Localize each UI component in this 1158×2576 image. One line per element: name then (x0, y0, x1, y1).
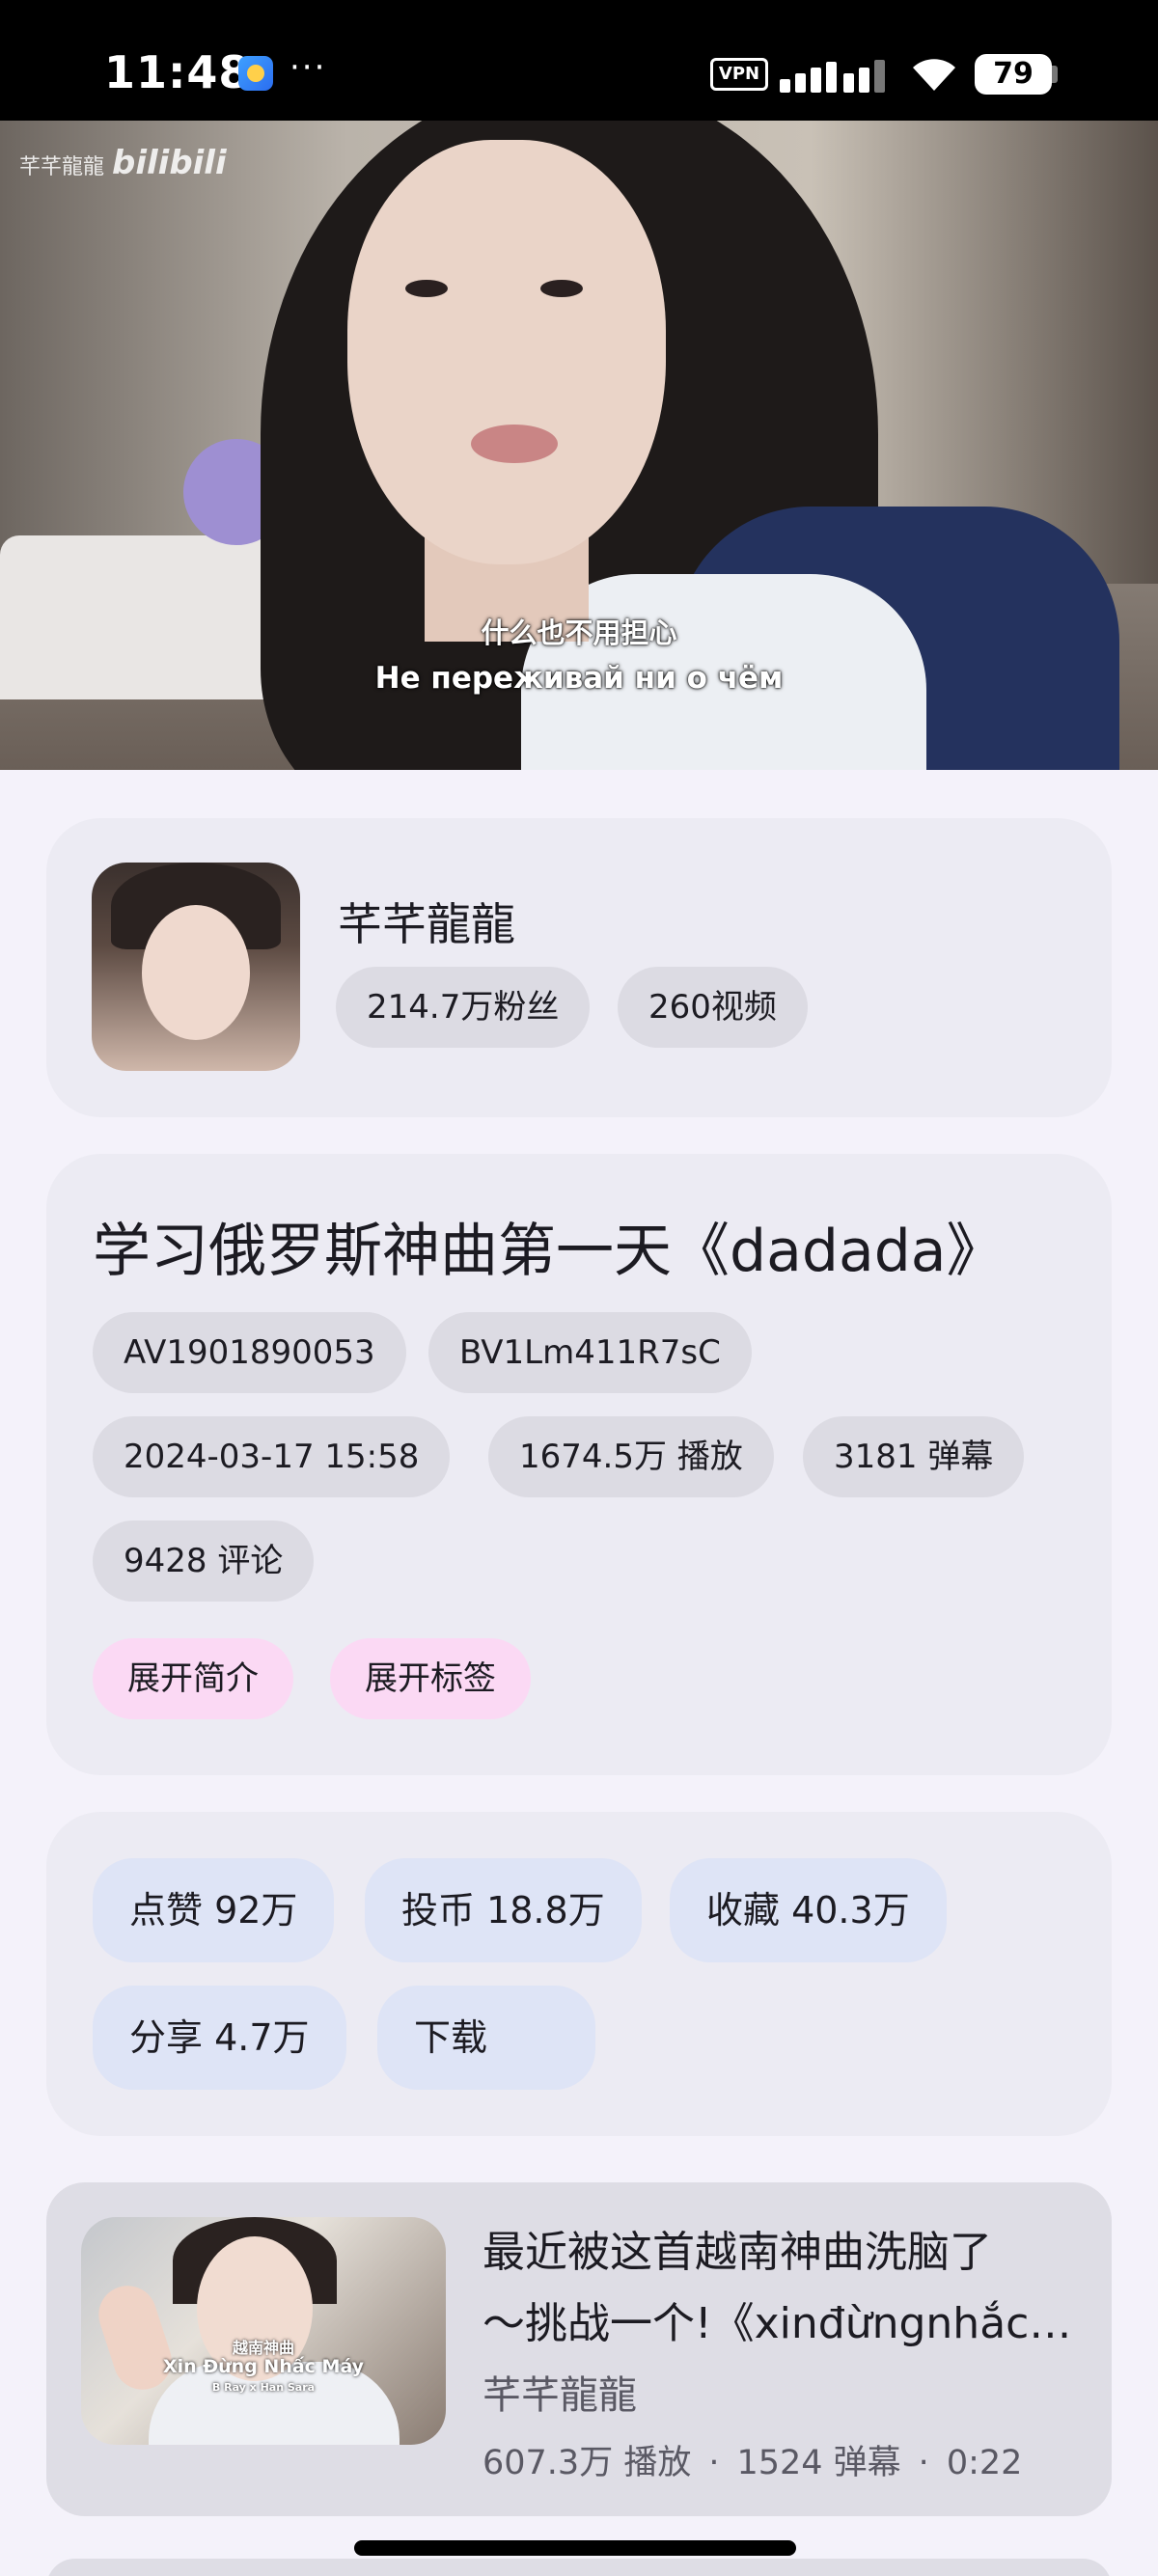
thumbnail-caption-3: B Ray x Han Sara (211, 2381, 316, 2394)
actions-card: 点赞 92万 投币 18.8万 收藏 40.3万 分享 4.7万 下载 (46, 1812, 1112, 2136)
status-time: 11:48 (104, 46, 251, 98)
wifi-icon (913, 59, 955, 91)
play-count-chip: 1674.5万 播放 (488, 1416, 774, 1497)
av-id-chip[interactable]: AV1901890053 (93, 1312, 406, 1393)
video-eye-right (540, 280, 583, 297)
vpn-icon: VPN (710, 58, 768, 91)
video-watermark: 芊芊龍龍 bilibili (19, 144, 227, 182)
app-icon (238, 56, 273, 91)
like-button[interactable]: 点赞 92万 (93, 1858, 335, 1962)
video-player[interactable]: 芊芊龍龍 bilibili 什么也不用担心 Не переживай ни о ч… (0, 121, 1158, 770)
more-notifications-icon: ··· (290, 48, 327, 87)
coin-button[interactable]: 投币 18.8万 (365, 1858, 642, 1962)
thumbnail-caption-2: Xin Đừng Nhấc Máy (162, 2356, 365, 2377)
avatar[interactable] (92, 863, 300, 1071)
watermark-uploader: 芊芊龍龍 (19, 155, 105, 179)
home-indicator[interactable] (354, 2540, 796, 2556)
signal-icon (780, 56, 894, 93)
video-count-chip: 260视频 (618, 967, 808, 1048)
next-recommended-card[interactable] (46, 2559, 1112, 2576)
download-button[interactable]: 下载 (377, 1986, 595, 2090)
share-button[interactable]: 分享 4.7万 (93, 1986, 346, 2090)
thumbnail-caption-1: 越南神曲 (232, 2339, 294, 2357)
publish-date-chip: 2024-03-17 15:58 (93, 1416, 451, 1497)
recommended-danmaku-count: 1524 弹幕 (736, 2444, 901, 2482)
favorite-button[interactable]: 收藏 40.3万 (670, 1858, 947, 1962)
recommended-title-line-2: ～挑战一个!《xinđừngnhắcmáy》 (482, 2299, 1081, 2348)
recommended-video-title[interactable]: 最近被这首越南神曲洗脑了 ～挑战一个!《xinđừngnhắcmáy》 (482, 2217, 1081, 2360)
subtitle-russian: Не переживай ни о чём (374, 661, 784, 696)
recommended-video-meta: 607.3万 播放 · 1524 弹幕 · 0:22 (482, 2435, 1022, 2484)
battery-icon: 79 (975, 54, 1052, 95)
video-face (347, 140, 666, 564)
bv-id-chip[interactable]: BV1Lm411R7sC (428, 1312, 752, 1393)
video-lips (471, 425, 558, 463)
video-title: 学习俄罗斯神曲第一天《dadada》 (93, 1218, 1005, 1285)
video-eye-left (405, 280, 448, 297)
expand-tags-button[interactable]: 展开标签 (330, 1638, 531, 1719)
meta-separator: · (708, 2444, 720, 2482)
avatar-face (142, 905, 250, 1040)
battery-tip (1052, 66, 1058, 83)
uploader-name[interactable]: 芊芊龍龍 (338, 890, 515, 953)
comment-count-chip[interactable]: 9428 评论 (93, 1521, 315, 1602)
video-info-card: 学习俄罗斯神曲第一天《dadada》 AV1901890053 BV1Lm411… (46, 1154, 1112, 1775)
recommended-title-line-1: 最近被这首越南神曲洗脑了 (482, 2228, 992, 2277)
recommended-video-card[interactable]: 越南神曲 Xin Đừng Nhấc Máy B Ray x Han Sara … (46, 2182, 1112, 2516)
danmaku-count-chip: 3181 弹幕 (803, 1416, 1025, 1497)
subtitle-chinese: 什么也不用担心 (481, 617, 677, 649)
status-bar: 11:48 ··· VPN 79 (0, 0, 1158, 121)
recommended-video-author: 芊芊龍龍 (482, 2373, 637, 2418)
meta-separator: · (918, 2444, 929, 2482)
recommended-duration: 0:22 (946, 2444, 1023, 2482)
recommended-play-count: 607.3万 播放 (482, 2444, 692, 2482)
expand-intro-button[interactable]: 展开简介 (93, 1638, 293, 1719)
recommended-video-thumbnail[interactable]: 越南神曲 Xin Đừng Nhấc Máy B Ray x Han Sara (81, 2217, 446, 2445)
fans-count-chip: 214.7万粉丝 (336, 967, 591, 1048)
uploader-card[interactable]: 芊芊龍龍 214.7万粉丝 260视频 (46, 818, 1112, 1117)
bilibili-logo: bilibili (112, 144, 227, 182)
